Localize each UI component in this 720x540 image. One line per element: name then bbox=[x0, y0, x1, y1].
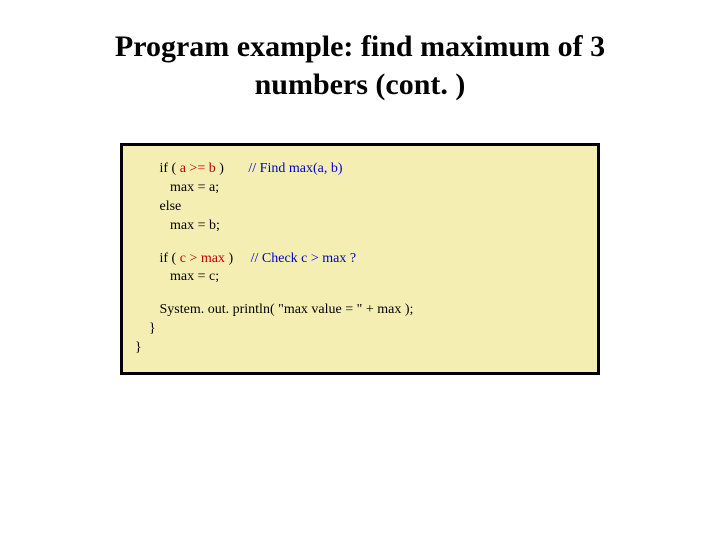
blank-line-1 bbox=[135, 236, 585, 250]
slide: Program example: find maximum of 3 numbe… bbox=[0, 0, 720, 540]
code-line-9: } bbox=[135, 339, 585, 358]
code-line-6: max = c; bbox=[135, 268, 585, 287]
code-box: if ( a >= b ) // Find max(a, b) max = a;… bbox=[123, 146, 597, 372]
condition-1: a >= b bbox=[180, 161, 216, 176]
comment-1: // Find max(a, b) bbox=[248, 161, 342, 176]
code-line-3: else bbox=[135, 198, 585, 217]
condition-2: c > max bbox=[180, 251, 225, 266]
code-line-4: max = b; bbox=[135, 217, 585, 236]
code-line-7: System. out. println( "max value = " + m… bbox=[135, 301, 585, 320]
title-line-2: numbers (cont. ) bbox=[255, 68, 466, 101]
slide-title: Program example: find maximum of 3 numbe… bbox=[60, 28, 660, 103]
title-line-1: Program example: find maximum of 3 bbox=[115, 30, 605, 63]
code-line-8: } bbox=[135, 320, 585, 339]
code-line-1: if ( a >= b ) // Find max(a, b) bbox=[135, 160, 585, 179]
code-frame: if ( a >= b ) // Find max(a, b) max = a;… bbox=[120, 143, 600, 375]
code-line-5: if ( c > max ) // Check c > max ? bbox=[135, 250, 585, 269]
code-line-2: max = a; bbox=[135, 179, 585, 198]
blank-line-2 bbox=[135, 287, 585, 301]
comment-2: // Check c > max ? bbox=[251, 251, 356, 266]
